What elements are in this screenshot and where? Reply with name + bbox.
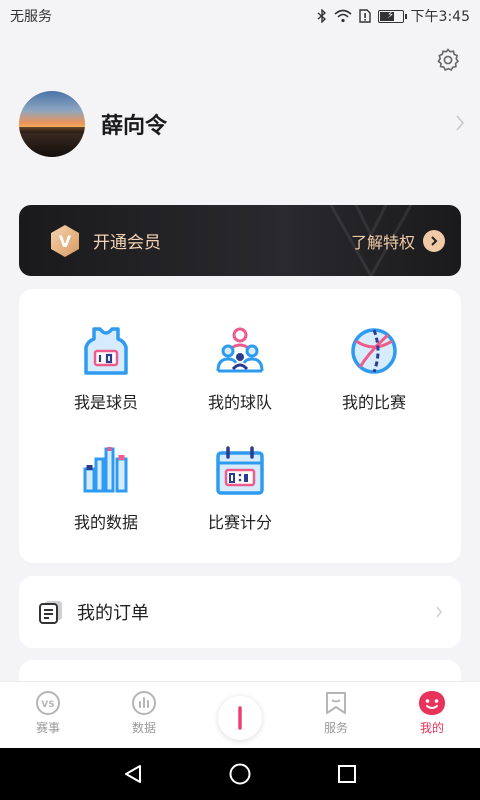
chevron-right-icon <box>431 235 438 246</box>
bluetooth-icon <box>317 9 326 23</box>
tab-label: 赛事 <box>35 721 60 735</box>
vip-title: 开通会员 <box>93 233 161 253</box>
grid-item-player[interactable]: 我是球员 <box>41 325 171 435</box>
vip-more-link[interactable]: 了解特权 <box>351 229 445 253</box>
settings-button[interactable] <box>432 44 464 76</box>
grid-item-scoring[interactable]: 比赛计分 <box>175 445 305 555</box>
bar-chart-icon <box>83 447 128 493</box>
carrier-text: 无服务 <box>10 9 52 25</box>
chevron-right-icon <box>456 115 465 131</box>
tab-service[interactable]: 服务 <box>306 690 366 745</box>
chevron-right-icon <box>436 606 442 618</box>
order-label: 我的订单 <box>77 603 149 624</box>
my-orders-row[interactable]: 我的订单 <box>19 576 461 648</box>
system-nav-bar <box>0 748 480 800</box>
order-icon <box>39 601 62 624</box>
team-icon <box>216 327 264 373</box>
vip-more-label: 了解特权 <box>350 232 415 252</box>
grid-label: 比赛计分 <box>207 513 272 532</box>
grid-label: 我的比赛 <box>341 393 406 412</box>
tab-label: 服务 <box>323 721 348 735</box>
bookmark-icon <box>326 692 346 714</box>
tab-label: 我的 <box>419 721 444 735</box>
bottom-tab-bar: VS 赛事 数据 服务 我的 <box>0 681 480 748</box>
scoreboard-icon <box>216 446 264 495</box>
smiley-icon <box>419 691 445 715</box>
user-name: 薛向令 <box>101 114 168 139</box>
grid-label: 我的数据 <box>73 513 138 532</box>
vip-badge-letter: V <box>59 232 72 251</box>
grid-label: 我是球员 <box>73 393 138 412</box>
grid-label: 我的球队 <box>207 393 272 412</box>
gear-icon <box>437 48 460 72</box>
tab-data[interactable]: 数据 <box>114 690 174 745</box>
status-icons: ⚡ 下午3:45 <box>317 6 470 26</box>
status-bar: 无服务 ⚡ 下午3:45 <box>0 0 480 32</box>
tab-mine[interactable]: 我的 <box>402 690 462 745</box>
grid-item-data[interactable]: 我的数据 <box>41 445 171 555</box>
nav-recents-button[interactable] <box>335 762 359 786</box>
avatar[interactable] <box>19 91 85 157</box>
vip-banner[interactable]: V 开通会员 了解特权 <box>19 205 461 276</box>
sim-alert-icon <box>358 9 371 23</box>
nav-home-button[interactable] <box>228 762 252 786</box>
clock-text: 下午3:45 <box>410 9 470 25</box>
battery-icon: ⚡ <box>377 9 407 23</box>
vip-arrow-button[interactable] <box>423 229 445 252</box>
home-circle-icon <box>229 763 251 785</box>
publish-plus-button[interactable] <box>218 696 262 740</box>
nav-back-button[interactable] <box>121 762 145 786</box>
recents-square-icon <box>338 765 356 783</box>
tab-label: 数据 <box>131 721 156 735</box>
tab-events[interactable]: VS 赛事 <box>18 690 78 745</box>
svg-text:VS: VS <box>41 700 54 710</box>
grid-item-games[interactable]: 我的比赛 <box>309 325 439 435</box>
profile-row[interactable]: 薛向令 <box>19 91 465 157</box>
vs-icon: VS <box>36 691 60 715</box>
data-icon <box>132 691 156 715</box>
plus-icon <box>228 706 252 730</box>
grid-item-team[interactable]: 我的球队 <box>175 325 305 435</box>
feature-grid-card: 我是球员 我的球队 我的比赛 我的数据 比赛计分 <box>19 289 461 563</box>
vip-badge-icon: V <box>51 224 79 257</box>
basketball-icon <box>351 328 397 374</box>
wifi-icon <box>334 9 352 23</box>
jersey-icon <box>84 327 128 375</box>
back-triangle-icon <box>125 765 141 783</box>
